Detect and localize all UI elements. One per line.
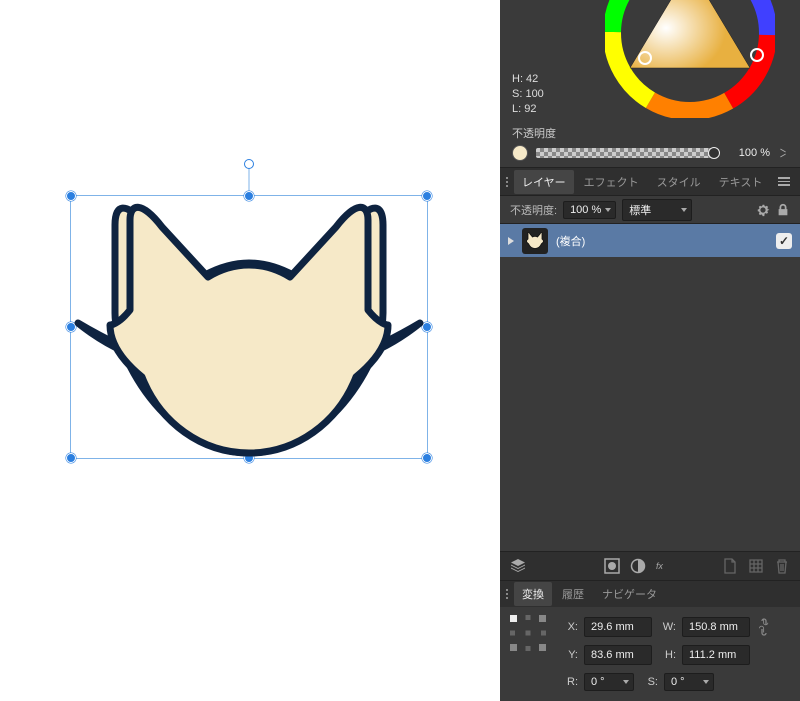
layer-list[interactable]: (複合) ✓: [500, 224, 800, 551]
color-panel: H: 42 S: 100 L: 92 不透明度 100 %: [500, 0, 800, 168]
gear-icon[interactable]: [756, 203, 770, 217]
layer-row[interactable]: (複合) ✓: [500, 224, 800, 258]
hsl-l: L: 92: [512, 102, 544, 117]
x-field[interactable]: 29.6 mm: [584, 617, 652, 637]
tab-text[interactable]: テキスト: [711, 170, 771, 194]
hsl-s: S: 100: [512, 87, 544, 102]
link-icon[interactable]: [758, 615, 770, 639]
h-field[interactable]: 111.2 mm: [682, 645, 750, 665]
transform-panel: X: 29.6 mm W: 150.8 mm Y: 83.6 mm H: 111…: [500, 607, 800, 701]
layers-icon[interactable]: [510, 558, 526, 574]
right-panels: H: 42 S: 100 L: 92 不透明度 100 % レイヤー エフェクト…: [500, 0, 800, 701]
layer-tab-strip: レイヤー エフェクト スタイル テキスト: [500, 168, 800, 196]
stepper-icon[interactable]: [778, 148, 788, 158]
layer-toolbar: fx: [500, 551, 800, 581]
shape-compound[interactable]: [70, 195, 428, 459]
swatch-icon[interactable]: [512, 145, 528, 161]
layer-opacity-dropdown[interactable]: 100 %: [563, 201, 616, 219]
anchor-selector[interactable]: [510, 615, 546, 651]
layer-thumbnail[interactable]: [522, 228, 548, 254]
rotation-handle[interactable]: [244, 159, 254, 169]
trash-icon[interactable]: [774, 558, 790, 574]
tab-effects[interactable]: エフェクト: [576, 170, 647, 194]
opacity-slider-row: 100 %: [512, 145, 788, 161]
transform-tab-strip: 変換 履歴 ナビゲータ: [500, 581, 800, 607]
expand-icon[interactable]: [508, 237, 514, 245]
svg-text:fx: fx: [656, 561, 663, 571]
new-file-icon[interactable]: [722, 558, 738, 574]
hsl-h: H: 42: [512, 72, 544, 87]
s-label: S:: [640, 676, 658, 688]
opacity-label: 不透明度: [512, 125, 556, 141]
opacity-value[interactable]: 100 %: [722, 147, 770, 159]
opacity-slider[interactable]: [536, 148, 714, 158]
adjustment-icon[interactable]: [630, 558, 646, 574]
h-label: H:: [658, 649, 676, 661]
r-label: R:: [560, 676, 578, 688]
y-label: Y:: [560, 649, 578, 661]
canvas[interactable]: [0, 0, 500, 701]
grid-icon[interactable]: [748, 558, 764, 574]
layer-opacity-label: 不透明度:: [510, 202, 557, 218]
tab-styles[interactable]: スタイル: [649, 170, 709, 194]
visibility-checkbox[interactable]: ✓: [776, 233, 792, 249]
panel-menu-icon[interactable]: [774, 173, 794, 190]
tab-layers[interactable]: レイヤー: [514, 170, 574, 194]
x-label: X:: [560, 621, 578, 633]
color-wheel[interactable]: [605, 0, 775, 118]
layer-name[interactable]: (複合): [556, 233, 585, 249]
blend-mode-dropdown[interactable]: 標準: [622, 199, 692, 221]
y-field[interactable]: 83.6 mm: [584, 645, 652, 665]
hsl-readout: H: 42 S: 100 L: 92: [512, 72, 544, 117]
panel-drag-icon[interactable]: [506, 177, 508, 187]
mask-icon[interactable]: [604, 558, 620, 574]
slider-knob[interactable]: [708, 147, 720, 159]
tab-transform[interactable]: 変換: [514, 582, 552, 606]
tab-history[interactable]: 履歴: [554, 582, 592, 606]
lock-icon[interactable]: [776, 203, 790, 217]
layer-options-row: 不透明度: 100 % 標準: [500, 196, 800, 224]
tab-navigator[interactable]: ナビゲータ: [594, 582, 665, 606]
w-label: W:: [658, 621, 676, 633]
panel-drag-icon[interactable]: [506, 589, 508, 599]
s-field[interactable]: 0 °: [664, 673, 714, 691]
r-field[interactable]: 0 °: [584, 673, 634, 691]
fx-icon[interactable]: fx: [656, 558, 672, 574]
w-field[interactable]: 150.8 mm: [682, 617, 750, 637]
